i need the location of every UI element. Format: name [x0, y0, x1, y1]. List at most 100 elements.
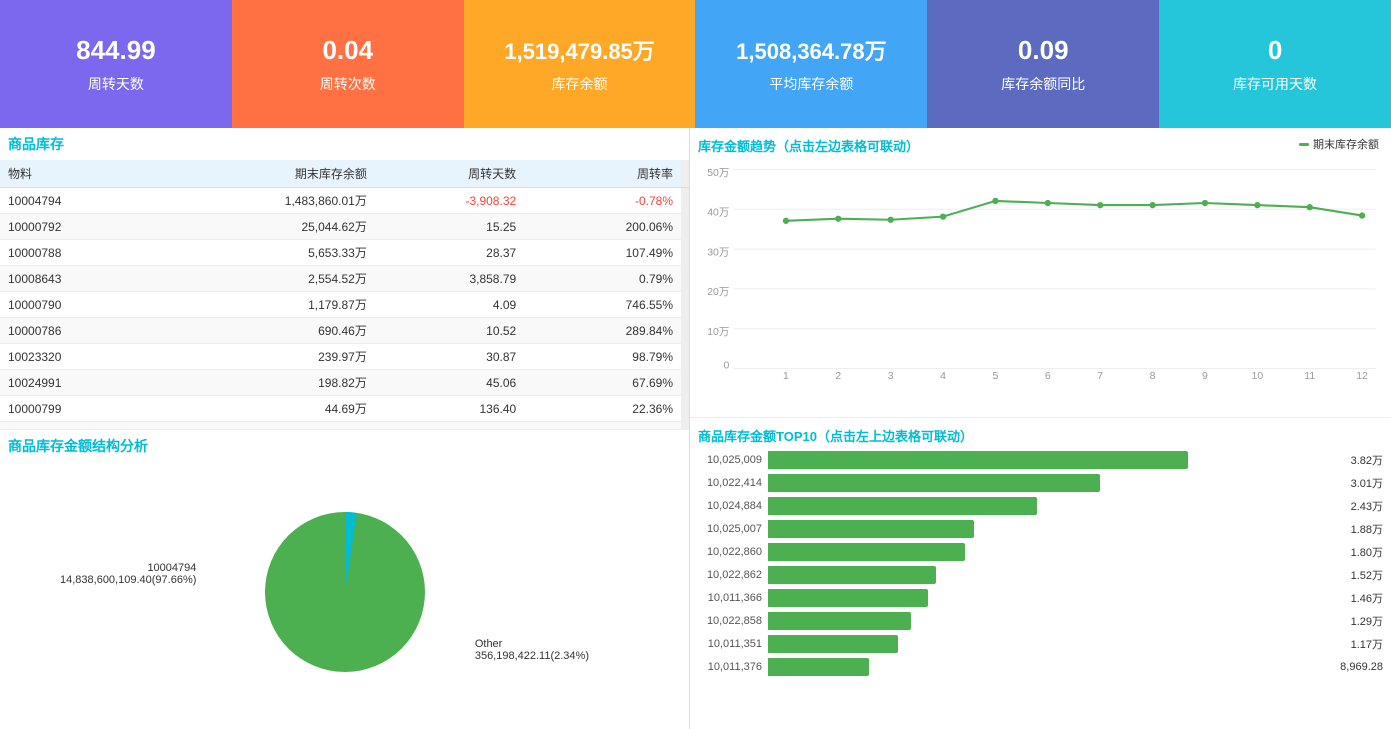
- svg-text:50万: 50万: [707, 168, 729, 179]
- cell-wuliao: 10000792: [0, 214, 155, 240]
- svg-text:9: 9: [1202, 371, 1208, 379]
- table-row[interactable]: 10000790 1,179.87万 4.09 746.55%: [0, 292, 689, 318]
- bar-row: 10,025,007 1.88万: [698, 520, 1383, 538]
- inventory-table-section: 商品库存 物料 期末库存余额 周转天数 周转率 10004794 1,483,8…: [0, 128, 689, 429]
- cell-wuliao: 10000799: [0, 396, 155, 422]
- cell-days: 4.09: [375, 292, 524, 318]
- cell-wuliao: 10004794: [0, 188, 155, 214]
- svg-text:1: 1: [783, 371, 789, 379]
- bar-fill: [768, 474, 1100, 492]
- table-header-row: 物料 期末库存余额 周转天数 周转率: [0, 160, 689, 188]
- cell-rate: 200.06%: [524, 214, 681, 240]
- cell-rate: 289.84%: [524, 318, 681, 344]
- cell-balance: 25,044.62万: [155, 214, 375, 240]
- cell-scrollbar: [681, 318, 689, 344]
- bar-value: 8,969.28: [1340, 661, 1383, 673]
- table-row[interactable]: 10024991 198.82万 45.06 67.69%: [0, 370, 689, 396]
- cell-days: 3.03: [375, 422, 524, 430]
- bar-value: 1.80万: [1351, 544, 1383, 560]
- cell-rate: 0.79%: [524, 266, 681, 292]
- svg-text:7: 7: [1097, 371, 1103, 379]
- table-row[interactable]: 10000792 25,044.62万 15.25 200.06%: [0, 214, 689, 240]
- line-point-10: [1254, 202, 1260, 208]
- cell-balance: 198.82万: [155, 370, 375, 396]
- bar-label: 10,022,862: [698, 569, 768, 581]
- table-row[interactable]: 10000789 13.56万 3.03 1500.55%: [0, 422, 689, 430]
- bar-fill: [768, 520, 974, 538]
- top-metrics: 844.99 周转天数 0.04 周转次数 1,519,479.85万 库存余额…: [0, 0, 1391, 128]
- table-row[interactable]: 10023320 239.97万 30.87 98.79%: [0, 344, 689, 370]
- pie-chart-svg: [245, 492, 445, 692]
- svg-text:11: 11: [1304, 371, 1315, 379]
- table-row[interactable]: 10000786 690.46万 10.52 289.84%: [0, 318, 689, 344]
- cell-scrollbar: [681, 292, 689, 318]
- svg-text:4: 4: [940, 371, 946, 379]
- bar-label: 10,025,009: [698, 454, 768, 466]
- col-rate: 周转率: [524, 160, 681, 188]
- bar-track: [768, 589, 1347, 607]
- table-row[interactable]: 10000799 44.69万 136.40 22.36%: [0, 396, 689, 422]
- cell-scrollbar: [681, 188, 689, 214]
- bar-chart-section: 商品库存金额TOP10（点击左上边表格可联动） 10,025,009 3.82万…: [690, 418, 1391, 729]
- metric-value-turnover-times: 0.04: [322, 35, 373, 66]
- bar-track: [768, 658, 1336, 676]
- cell-rate: 746.55%: [524, 292, 681, 318]
- svg-text:12: 12: [1356, 371, 1368, 379]
- metric-label-inventory-balance: 库存余额: [552, 74, 608, 94]
- line-chart-title: 库存金额趋势（点击左边表格可联动）: [698, 136, 919, 155]
- bar-row: 10,022,862 1.52万: [698, 566, 1383, 584]
- bar-row: 10,024,884 2.43万: [698, 497, 1383, 515]
- metric-yoy: 0.09 库存余额同比: [927, 0, 1159, 128]
- right-panel: 库存金额趋势（点击左边表格可联动） 期末库存余额 50万 40万 30万 20万…: [690, 128, 1391, 729]
- cell-days: 30.87: [375, 344, 524, 370]
- bar-track: [768, 497, 1347, 515]
- bar-label: 10,022,414: [698, 477, 768, 489]
- cell-wuliao: 10024991: [0, 370, 155, 396]
- svg-text:3: 3: [888, 371, 894, 379]
- cell-scrollbar: [681, 240, 689, 266]
- bar-fill: [768, 612, 911, 630]
- metric-turnover-days: 844.99 周转天数: [0, 0, 232, 128]
- table-row[interactable]: 10008643 2,554.52万 3,858.79 0.79%: [0, 266, 689, 292]
- line-point-6: [1045, 200, 1051, 206]
- cell-days: 45.06: [375, 370, 524, 396]
- cell-wuliao: 10000786: [0, 318, 155, 344]
- bar-value: 1.46万: [1351, 590, 1383, 606]
- line-point-4: [940, 213, 946, 219]
- pie-label-other: Other 356,198,422.11(2.34%): [475, 638, 589, 662]
- metric-label-available-days: 库存可用天数: [1233, 74, 1317, 94]
- bar-fill: [768, 566, 936, 584]
- svg-text:40万: 40万: [707, 208, 729, 219]
- svg-text:10万: 10万: [707, 327, 729, 338]
- bar-value: 2.43万: [1351, 498, 1383, 514]
- bar-value: 3.01万: [1351, 475, 1383, 491]
- bar-row: 10,022,858 1.29万: [698, 612, 1383, 630]
- table-row[interactable]: 10000788 5,653.33万 28.37 107.49%: [0, 240, 689, 266]
- line-chart-svg: 50万 40万 30万 20万 10万 0 1 2 3 4 5 6: [698, 159, 1383, 379]
- bar-track: [768, 543, 1347, 561]
- bar-label: 10,022,860: [698, 546, 768, 558]
- cell-scrollbar: [681, 370, 689, 396]
- bar-row: 10,022,860 1.80万: [698, 543, 1383, 561]
- bar-label: 10,025,007: [698, 523, 768, 535]
- bar-value: 1.52万: [1351, 567, 1383, 583]
- cell-scrollbar: [681, 214, 689, 240]
- main-content: 商品库存 物料 期末库存余额 周转天数 周转率 10004794 1,483,8…: [0, 128, 1391, 729]
- table-row[interactable]: 10004794 1,483,860.01万 -3,908.32 -0.78%: [0, 188, 689, 214]
- cell-balance: 13.56万: [155, 422, 375, 430]
- table-title: 商品库存: [0, 128, 689, 160]
- bar-fill: [768, 658, 869, 676]
- line-point-8: [1149, 202, 1155, 208]
- metric-value-yoy: 0.09: [1018, 35, 1069, 66]
- cell-wuliao: 10000789: [0, 422, 155, 430]
- bar-row: 10,011,376 8,969.28: [698, 658, 1383, 676]
- bar-track: [768, 566, 1347, 584]
- scrollbar-header: [681, 160, 689, 188]
- bar-fill: [768, 543, 965, 561]
- pie-container: 10004794 14,838,600,109.40(97.66%) Other…: [0, 462, 689, 722]
- cell-days: 136.40: [375, 396, 524, 422]
- bar-label: 10,011,376: [698, 661, 768, 673]
- line-point-5: [992, 198, 998, 204]
- line-point-1: [783, 218, 789, 224]
- cell-rate: 98.79%: [524, 344, 681, 370]
